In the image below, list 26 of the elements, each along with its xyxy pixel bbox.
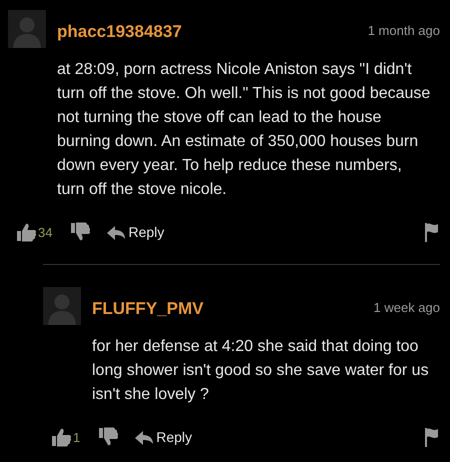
reply-icon xyxy=(107,224,126,240)
thumbs-down-icon xyxy=(98,427,118,447)
dislike-button[interactable] xyxy=(98,427,118,447)
flag-button[interactable] xyxy=(424,428,438,446)
like-button[interactable] xyxy=(51,427,71,447)
avatar-icon xyxy=(43,287,81,325)
like-count: 34 xyxy=(38,224,52,240)
like-button[interactable] xyxy=(16,222,36,242)
avatar-icon xyxy=(8,10,46,48)
thumbs-down-icon xyxy=(70,222,90,242)
like-count: 1 xyxy=(73,430,80,444)
comment-text: for her defense at 4:20 she said that doing too long shower isn't good so she save water for us isn't she lovely ? xyxy=(92,337,430,405)
username[interactable]: FLUFFY_PMV xyxy=(92,299,204,319)
comment-text: at 28:09, porn actress Nicole Aniston says "I didn't turn off the stove. Oh well." This is not good because not turning the stove off can lead to the house burning down. An estimate of 350,000 houses burn down every year. To help reduce these numbers, turn off the stove nicole. xyxy=(57,60,432,200)
reply-button[interactable]: Reply xyxy=(135,429,192,445)
flag-icon xyxy=(424,222,438,242)
reply-button[interactable]: Reply xyxy=(107,224,164,240)
reply-icon xyxy=(135,430,154,444)
timestamp: 1 month ago xyxy=(368,22,440,38)
thumbs-up-icon xyxy=(16,222,36,242)
dislike-button[interactable] xyxy=(70,222,90,242)
timestamp: 1 week ago xyxy=(374,300,440,314)
username[interactable]: phacc19384837 xyxy=(57,22,182,42)
thumbs-up-icon xyxy=(51,427,71,447)
flag-icon xyxy=(424,428,438,446)
flag-button[interactable] xyxy=(424,222,438,242)
